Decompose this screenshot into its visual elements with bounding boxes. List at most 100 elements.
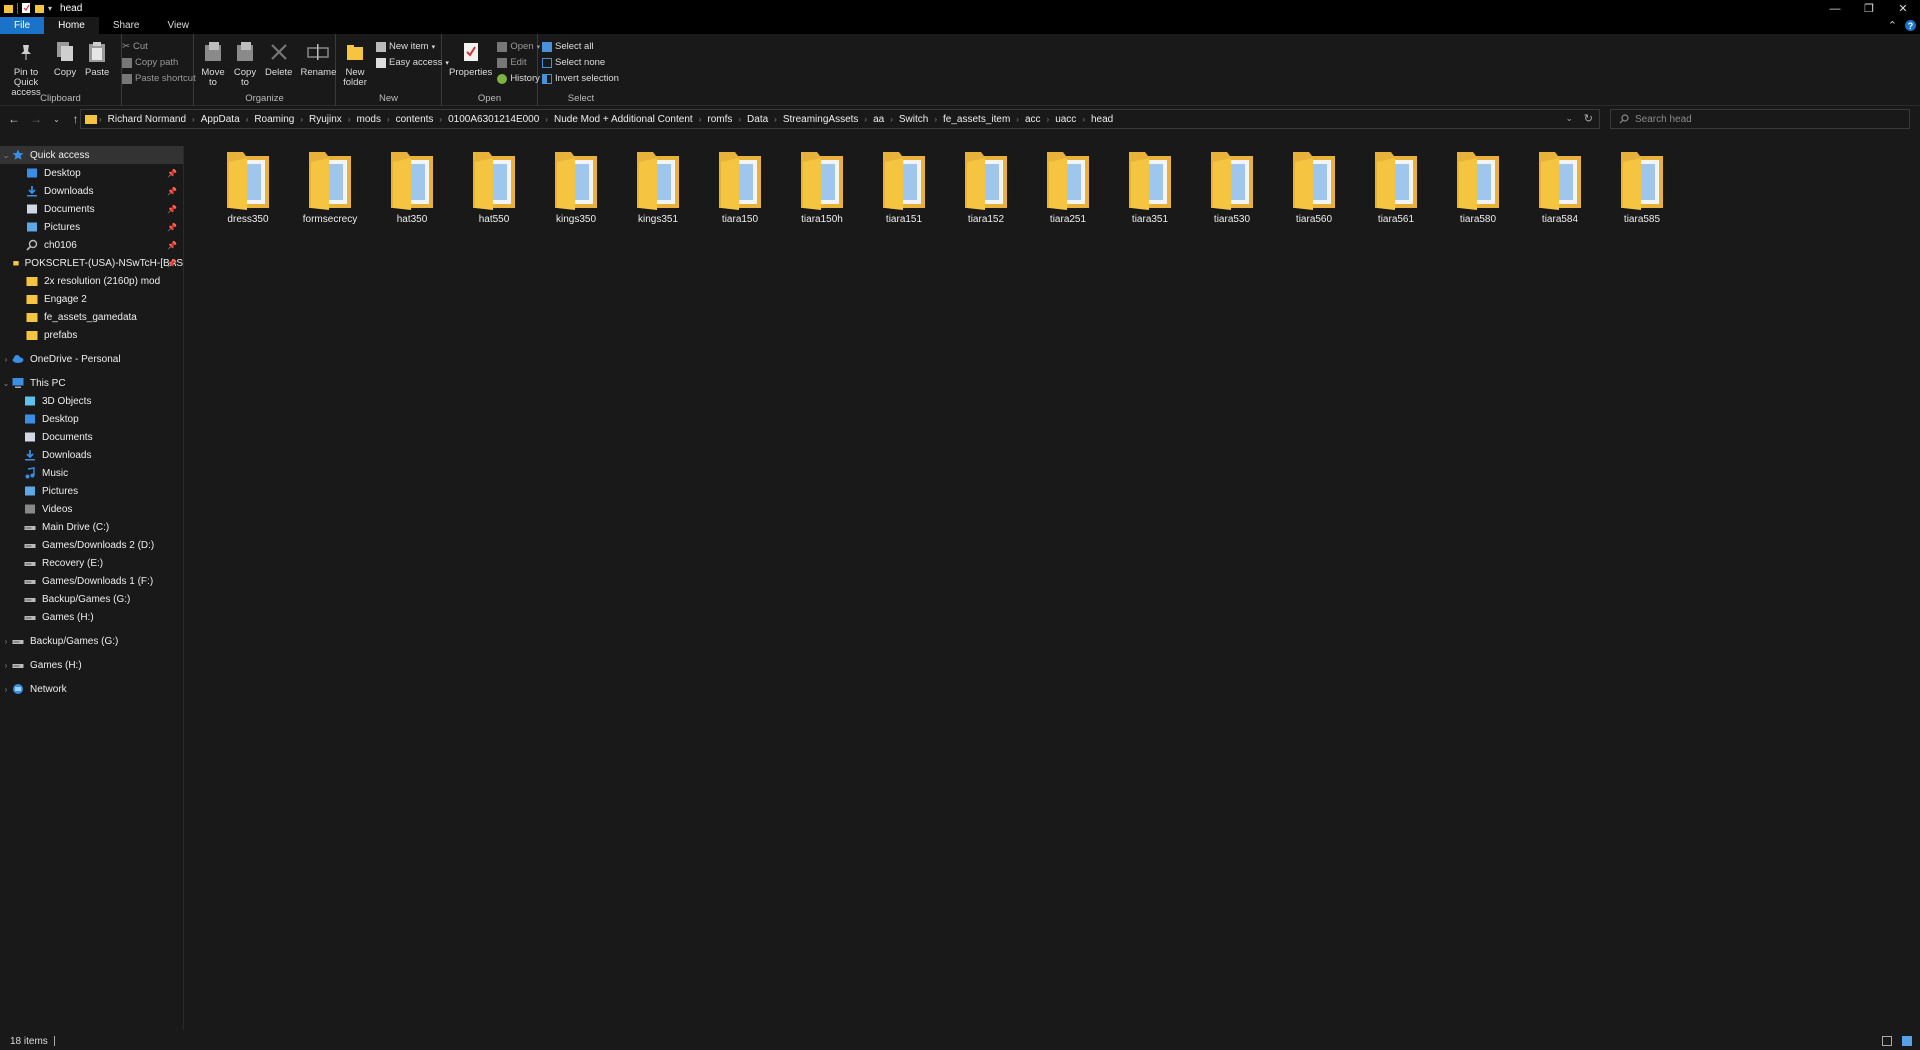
breadcrumb-item-acc[interactable]: acc <box>1021 114 1045 125</box>
sidebar-item-pc-desktop[interactable]: Desktop <box>0 410 183 428</box>
expand-icon[interactable]: › <box>0 637 12 646</box>
select-all-button[interactable]: Select all <box>542 40 619 53</box>
sidebar-item-pc-games-h[interactable]: Games (H:) <box>0 608 183 626</box>
breadcrumb-chevron-icon[interactable]: › <box>97 115 104 124</box>
breadcrumb-item-data[interactable]: Data <box>743 114 772 125</box>
folder-item[interactable]: hat550 <box>453 148 535 225</box>
expand-icon[interactable]: ⌄ <box>0 379 12 388</box>
breadcrumb-item-streamingassets[interactable]: StreamingAssets <box>779 114 863 125</box>
breadcrumb-chevron-icon[interactable]: › <box>190 115 197 124</box>
tab-share[interactable]: Share <box>99 17 154 34</box>
breadcrumb-chevron-icon[interactable]: › <box>244 115 251 124</box>
restore-icon[interactable]: ❐ <box>1852 0 1886 17</box>
copy-path-button[interactable]: Copy path <box>122 56 196 69</box>
breadcrumb-item-switch[interactable]: Switch <box>895 114 932 125</box>
sidebar-item-backup-games-g[interactable]: › Backup/Games (G:) <box>0 632 183 650</box>
sidebar-item-prefabs[interactable]: prefabs <box>0 326 183 344</box>
select-none-button[interactable]: Select none <box>542 56 619 69</box>
new-folder-icon[interactable] <box>35 3 44 14</box>
folder-item[interactable]: tiara150 <box>699 148 781 225</box>
search-box[interactable] <box>1610 109 1910 129</box>
folder-item[interactable]: kings351 <box>617 148 699 225</box>
breadcrumb-chevron-icon[interactable]: › <box>298 115 305 124</box>
breadcrumb-chevron-icon[interactable]: › <box>772 115 779 124</box>
folder-item[interactable]: tiara585 <box>1601 148 1683 225</box>
breadcrumb-item-contents[interactable]: contents <box>392 114 438 125</box>
sidebar-item-pc-3d-objects[interactable]: 3D Objects <box>0 392 183 410</box>
refresh-icon[interactable]: ↻ <box>1584 112 1593 125</box>
sidebar-item-pictures[interactable]: Pictures 📌 <box>0 218 183 236</box>
edit-button[interactable]: Edit <box>497 56 540 69</box>
sidebar-item-pokscrlet-usa-nswtch-bas[interactable]: POKSCRLET-(USA)-NSwTcH-[BAS 📌 <box>0 254 183 272</box>
breadcrumb-item-uacc[interactable]: uacc <box>1051 114 1080 125</box>
breadcrumb-chevron-icon[interactable]: › <box>346 115 353 124</box>
sidebar-item-onedrive[interactable]: › OneDrive - Personal <box>0 350 183 368</box>
sidebar-item-pc-videos[interactable]: Videos <box>0 500 183 518</box>
breadcrumb-item-romfs[interactable]: romfs <box>703 114 736 125</box>
breadcrumb-chevron-icon[interactable]: › <box>697 115 704 124</box>
history-button[interactable]: History <box>497 72 540 85</box>
sidebar-item-quick-access[interactable]: ⌄ Quick access <box>0 146 183 164</box>
breadcrumb-item-aa[interactable]: aa <box>869 114 888 125</box>
sidebar-item-fe-assets-gamedata[interactable]: fe_assets_gamedata <box>0 308 183 326</box>
tab-view[interactable]: View <box>154 17 204 34</box>
breadcrumb-chevron-icon[interactable]: › <box>385 115 392 124</box>
breadcrumb-chevron-icon[interactable]: › <box>543 115 550 124</box>
sidebar-item-downloads[interactable]: Downloads 📌 <box>0 182 183 200</box>
sidebar-item-pc-downloads[interactable]: Downloads <box>0 446 183 464</box>
paste-shortcut-button[interactable]: Paste shortcut <box>122 72 196 85</box>
sidebar-item-this-pc[interactable]: ⌄ This PC <box>0 374 183 392</box>
collapse-ribbon-icon[interactable]: ⌃ <box>1888 19 1897 32</box>
sidebar-item-pc-music[interactable]: Music <box>0 464 183 482</box>
new-item-button[interactable]: New item ▾ <box>376 40 449 53</box>
breadcrumb-chevron-icon[interactable]: › <box>1014 115 1021 124</box>
breadcrumb-item-ryujinx[interactable]: Ryujinx <box>305 114 346 125</box>
folder-item[interactable]: kings350 <box>535 148 617 225</box>
sidebar-item-pc-games-downloads-1-f[interactable]: Games/Downloads 1 (F:) <box>0 572 183 590</box>
breadcrumb-item-richard-normand[interactable]: Richard Normand <box>104 114 190 125</box>
sidebar-item-ch0106[interactable]: ch0106 📌 <box>0 236 183 254</box>
search-input[interactable] <box>1635 113 1895 125</box>
expand-icon[interactable]: › <box>0 355 12 364</box>
folder-item[interactable]: tiara152 <box>945 148 1027 225</box>
sidebar-item-2x-resolution-2160p-mod[interactable]: 2x resolution (2160p) mod <box>0 272 183 290</box>
breadcrumb-chevron-icon[interactable]: › <box>736 115 743 124</box>
breadcrumb-item-fe-assets-item[interactable]: fe_assets_item <box>939 114 1014 125</box>
minimize-icon[interactable]: — <box>1818 0 1852 17</box>
folder-item[interactable]: tiara351 <box>1109 148 1191 225</box>
folder-item[interactable]: tiara530 <box>1191 148 1273 225</box>
tab-file[interactable]: File <box>0 17 45 34</box>
sidebar-item-pc-backup-games-g[interactable]: Backup/Games (G:) <box>0 590 183 608</box>
help-icon[interactable]: ? <box>1905 20 1916 31</box>
breadcrumb-chevron-icon[interactable]: › <box>1045 115 1052 124</box>
breadcrumb-chevron-icon[interactable]: › <box>888 115 895 124</box>
expand-icon[interactable]: › <box>0 685 12 694</box>
close-icon[interactable]: ✕ <box>1886 0 1920 17</box>
cut-button[interactable]: ✂ Cut <box>122 40 196 53</box>
sidebar-item-pc-main-drive-c[interactable]: Main Drive (C:) <box>0 518 183 536</box>
breadcrumb-item-nude-mod-additional-content[interactable]: Nude Mod + Additional Content <box>550 114 697 125</box>
folder-item[interactable]: tiara580 <box>1437 148 1519 225</box>
breadcrumb-item-head[interactable]: head <box>1087 114 1117 125</box>
expand-icon[interactable]: › <box>0 661 12 670</box>
properties-icon[interactable] <box>22 3 31 14</box>
sidebar-item-network[interactable]: › Network <box>0 680 183 698</box>
sidebar-item-engage-2[interactable]: Engage 2 <box>0 290 183 308</box>
folder-item[interactable]: dress350 <box>207 148 289 225</box>
folder-item[interactable]: tiara561 <box>1355 148 1437 225</box>
open-button[interactable]: Open ▾ <box>497 40 540 53</box>
breadcrumb-chevron-icon[interactable]: › <box>437 115 444 124</box>
folder-item[interactable]: formsecrecy <box>289 148 371 225</box>
sidebar-item-documents[interactable]: Documents 📌 <box>0 200 183 218</box>
recent-locations-icon[interactable]: ⌄ <box>52 115 61 124</box>
tab-home[interactable]: Home <box>44 17 99 34</box>
folder-item[interactable]: tiara251 <box>1027 148 1109 225</box>
breadcrumb-chevron-icon[interactable]: › <box>932 115 939 124</box>
sidebar-item-desktop[interactable]: Desktop 📌 <box>0 164 183 182</box>
expand-icon[interactable]: ⌄ <box>0 151 12 160</box>
folder-item[interactable]: tiara151 <box>863 148 945 225</box>
breadcrumb-item-appdata[interactable]: AppData <box>197 114 244 125</box>
sidebar-item-pc-pictures[interactable]: Pictures <box>0 482 183 500</box>
back-arrow-icon[interactable]: ← <box>8 112 20 126</box>
easy-access-button[interactable]: Easy access ▾ <box>376 56 449 69</box>
